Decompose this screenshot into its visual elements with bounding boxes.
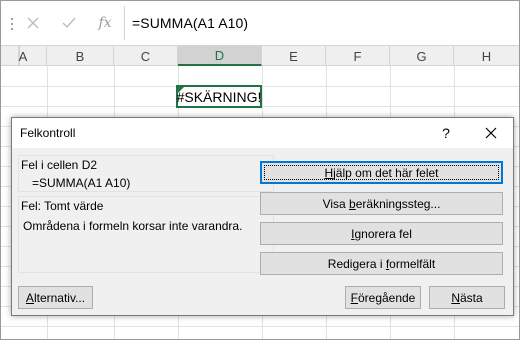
column-header-h[interactable]: H	[454, 46, 520, 66]
dialog-titlebar: Felkontroll ?	[12, 118, 513, 148]
formula-bar: fx =SUMMA(A1 A10)	[0, 0, 520, 46]
cell-value: #SKÄRNING!	[176, 88, 262, 105]
column-header-b[interactable]: B	[47, 46, 114, 66]
x-icon[interactable]	[24, 14, 42, 32]
check-icon[interactable]	[60, 14, 78, 32]
error-description: Områdena i formeln korsar inte varandra.	[23, 219, 243, 233]
next-button[interactable]: Nästa	[429, 286, 505, 309]
edit-in-formula-bar-button[interactable]: Redigera i formelfält	[260, 252, 503, 275]
insert-function-button[interactable]: fx	[96, 14, 114, 32]
cell-label: Fel i cellen D2	[21, 158, 98, 172]
active-cell-d2[interactable]: #SKÄRNING!	[176, 85, 262, 108]
previous-button[interactable]: Föregående	[345, 286, 421, 309]
formula-input[interactable]: =SUMMA(A1 A10)	[132, 12, 248, 34]
column-header-d[interactable]: D	[178, 46, 262, 66]
column-header-c[interactable]: C	[114, 46, 178, 66]
formula-bar-divider	[124, 6, 125, 40]
column-header-a[interactable]: A	[0, 46, 47, 66]
column-header-f[interactable]: F	[326, 46, 390, 66]
column-header-g[interactable]: G	[390, 46, 454, 66]
ignore-error-button[interactable]: Ignorera fel	[260, 222, 503, 245]
grip-icon	[10, 18, 14, 30]
error-checking-dialog: Felkontroll ? Fel i cellen D2 =SUMMA(A1 …	[11, 117, 514, 316]
show-calculation-steps-button[interactable]: Visa beräkningssteg...	[260, 192, 503, 215]
options-button[interactable]: Alternativ...	[18, 286, 93, 309]
error-label: Fel: Tomt värde	[21, 199, 104, 213]
cell-formula: =SUMMA(A1 A10)	[32, 176, 131, 190]
column-headers: A B C D E F G H	[0, 46, 520, 66]
help-button[interactable]: ?	[436, 123, 456, 143]
error-info-panel: Fel: Tomt värde Områdena i formeln korsa…	[18, 196, 274, 273]
cell-info-panel: Fel i cellen D2 =SUMMA(A1 A10)	[18, 155, 274, 192]
help-on-error-button[interactable]: Hjälp om det här felet	[260, 161, 503, 184]
close-icon[interactable]	[476, 121, 506, 145]
dialog-title: Felkontroll	[20, 126, 76, 140]
column-header-e[interactable]: E	[262, 46, 326, 66]
error-indicator-icon	[178, 87, 184, 93]
